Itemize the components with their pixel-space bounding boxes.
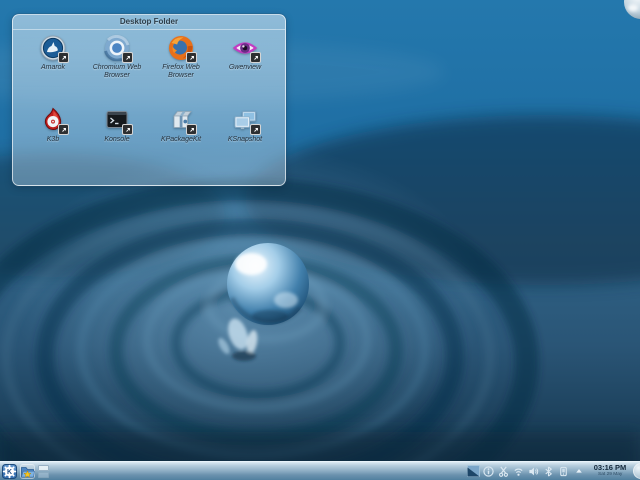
kde-menu-icon: K (2, 463, 17, 479)
bluetooth-icon[interactable] (542, 464, 555, 478)
taskbar-panel: K 03:16 PM Sat 29 May (0, 461, 640, 480)
desktop-icon-label: K3b (46, 136, 60, 143)
folder-view-panel-button[interactable] (20, 463, 35, 479)
shortcut-emblem (122, 52, 133, 63)
desktop-icon-label: Firefox Web Browser (162, 64, 200, 80)
shortcut-emblem (122, 124, 133, 135)
panel-left-group: K (2, 463, 49, 479)
desktop-icon-firefox[interactable]: Firefox Web Browser (149, 34, 213, 106)
desktop-icon-konsole[interactable]: Konsole (85, 106, 149, 178)
klipper-icon[interactable] (497, 464, 510, 478)
kde-menu-button[interactable]: K (2, 463, 17, 479)
desktop-icon-kpackagekit[interactable]: KPackageKit (149, 106, 213, 178)
gwenview-icon (231, 34, 261, 63)
shortcut-emblem (186, 52, 197, 63)
shortcut-emblem (250, 124, 261, 135)
desktop-icon-label: Gwenview (228, 64, 262, 71)
ksnapshot-icon (231, 106, 261, 135)
desktop-icon-gwenview[interactable]: Gwenview (213, 34, 277, 106)
panel-right-group: 03:16 PM Sat 29 May (467, 463, 640, 479)
pager-desktop-1[interactable] (38, 464, 49, 471)
kde-k-glyph: K (7, 468, 12, 475)
amarok-icon (39, 34, 69, 63)
shortcut-emblem (58, 52, 69, 63)
desktop: Desktop Folder Amarok Chromium Web Brows… (0, 0, 640, 480)
chromium-icon (103, 34, 133, 63)
desktop-icon-label: KSnapshot (227, 136, 263, 143)
desktop-folder-title: Desktop Folder (13, 15, 285, 30)
pager-desktop-2[interactable] (38, 471, 49, 478)
desktop-icon-k3b[interactable]: K3b (21, 106, 85, 178)
notifications-icon[interactable] (482, 464, 495, 478)
desktop-icon-label: Amarok (40, 64, 66, 71)
system-tray (467, 464, 585, 478)
desktop-icon-ksnapshot[interactable]: KSnapshot (213, 106, 277, 178)
desktop-folder-widget: Desktop Folder Amarok Chromium Web Brows… (11, 13, 287, 187)
shortcut-emblem (250, 52, 261, 63)
desktop-icon-label: Chromium Web Browser (92, 64, 142, 80)
pager[interactable] (38, 464, 49, 478)
desktop-icon-amarok[interactable]: Amarok (21, 34, 85, 106)
device-notifier-icon[interactable] (557, 464, 570, 478)
volume-icon[interactable] (527, 464, 540, 478)
show-desktop-icon[interactable] (467, 464, 480, 478)
firefox-icon (167, 34, 197, 63)
k3b-icon (39, 106, 69, 135)
desktop-folder-grid: Amarok Chromium Web Browser Firefox Web … (13, 30, 285, 178)
clock-time: 03:16 PM (593, 462, 627, 472)
expand-tray-icon[interactable] (572, 464, 585, 478)
digital-clock[interactable]: 03:16 PM Sat 29 May (591, 464, 629, 479)
panel-toolbox-cashew[interactable] (633, 463, 640, 479)
kpackagekit-icon (167, 106, 197, 135)
clock-date: Sat 29 May (597, 472, 623, 478)
desktop-icon-chromium[interactable]: Chromium Web Browser (85, 34, 149, 106)
desktop-icon-label: KPackageKit (160, 136, 202, 143)
desktop-icon-label: Konsole (104, 136, 130, 143)
network-icon[interactable] (512, 464, 525, 478)
shortcut-emblem (186, 124, 197, 135)
konsole-icon (103, 106, 133, 135)
folder-star-icon (21, 466, 35, 478)
shortcut-emblem (58, 124, 69, 135)
